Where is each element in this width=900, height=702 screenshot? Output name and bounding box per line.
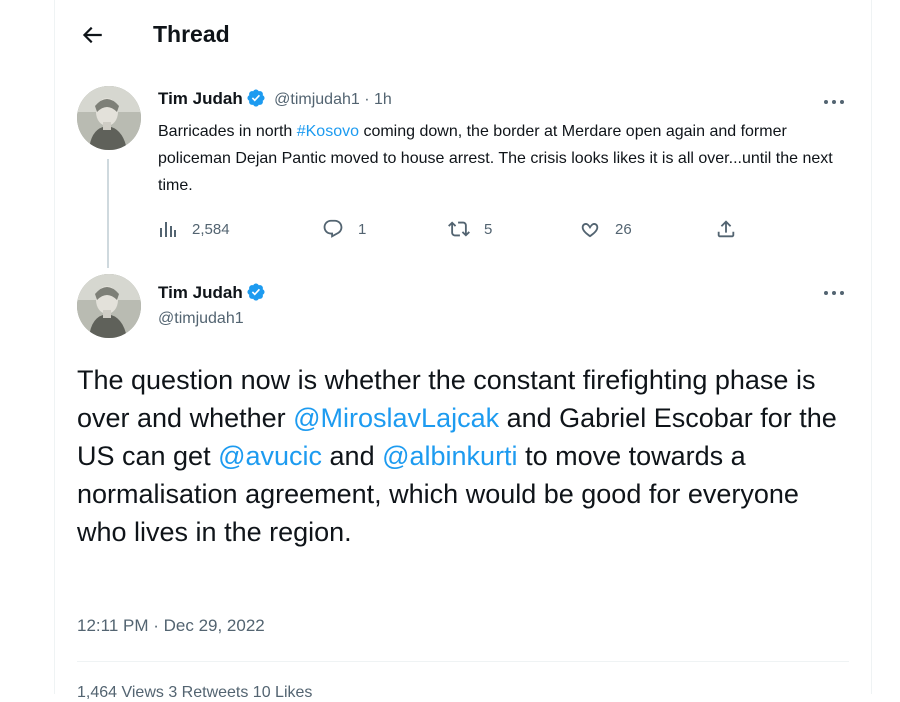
main-tweet-text: The question now is whether the constant… [77,361,837,551]
back-button[interactable] [79,22,105,48]
avatar-image [77,86,141,150]
heart-icon [581,223,599,238]
avatar[interactable] [77,86,141,150]
verified-badge-icon [246,282,266,302]
arrow-left-icon [82,26,102,44]
tweet-text: Barricades in north #Kosovo coming down,… [158,118,838,199]
retweet-count: 5 [484,220,493,238]
tweet-text-segment: and [322,441,383,471]
avatar[interactable] [77,274,141,338]
verified-badge-icon [246,88,266,108]
like-count: 26 [615,220,632,238]
reply-button[interactable]: 1 [322,215,366,243]
author-name[interactable]: Tim Judah [158,283,243,302]
like-button[interactable]: 26 [579,215,632,243]
retweet-icon [448,221,470,237]
retweet-button[interactable]: 5 [448,215,492,243]
mention-link[interactable]: @albinkurti [382,441,517,471]
author-handle[interactable]: @timjudah1 [158,310,244,328]
author-handle[interactable]: @timjudah1 [274,91,360,108]
share-icon [717,220,735,238]
tweet-author-row: Tim Judah [158,282,266,303]
thread-column: Thread Tim Judah @timjudah1 · 1h Barrica… [54,0,872,701]
reply-count: 1 [358,220,367,238]
page-title: Thread [153,21,230,47]
more-horizontal-icon [824,291,844,295]
tweet-timestamp[interactable]: 12:11 PM · Dec 29, 2022 [77,616,265,636]
bar-chart-icon [160,222,176,237]
more-options-button[interactable] [819,283,849,303]
speech-bubble-icon [323,219,343,238]
share-button[interactable] [715,215,751,243]
tweet-text-segment: Barricades in north [158,123,297,140]
thread-connector [107,159,109,268]
views-button[interactable]: 2,584 [158,215,230,243]
hashtag-link[interactable]: #Kosovo [297,123,359,140]
divider [77,661,849,662]
tweet-actions: 2,584 1 5 26 [158,215,778,243]
mention-link[interactable]: @MiroslavLajcak [293,403,499,433]
views-count: 2,584 [192,220,230,238]
more-horizontal-icon [824,100,844,104]
separator-dot: · [364,91,370,108]
more-options-button[interactable] [819,92,849,112]
tweet-author-row: Tim Judah @timjudah1 · 1h [158,88,392,109]
mention-link[interactable]: @avucic [218,441,322,471]
avatar-image [77,274,141,338]
author-name[interactable]: Tim Judah [158,89,243,108]
tweet-time[interactable]: 1h [374,91,392,108]
thread-header: Thread [55,0,871,70]
tweet-stats-row[interactable]: 1,464 Views 3 Retweets 10 Likes [77,684,312,702]
